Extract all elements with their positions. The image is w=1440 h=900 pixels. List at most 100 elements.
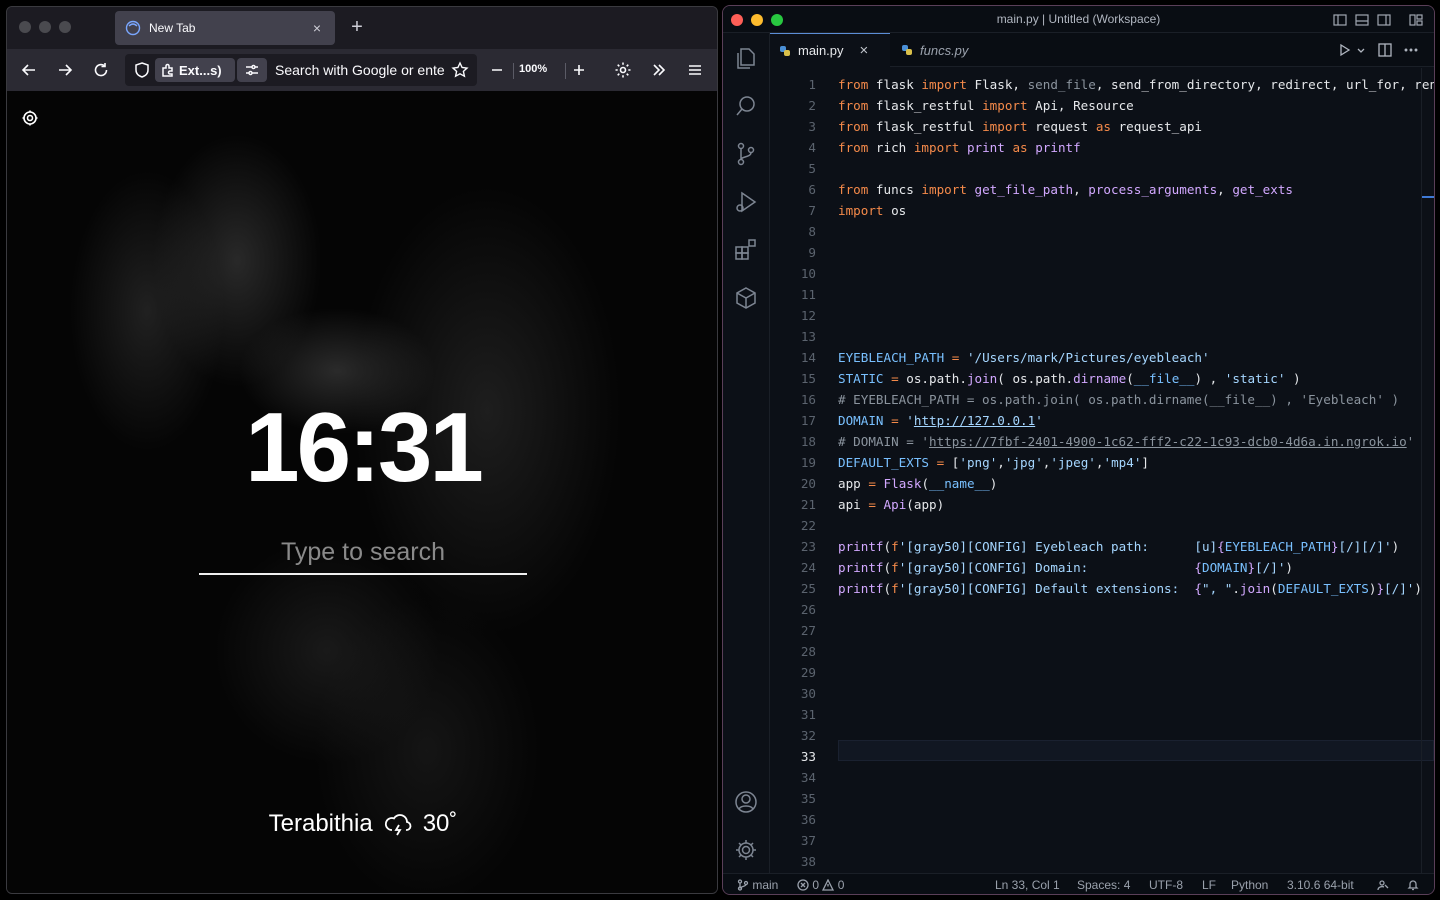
overflow-button[interactable]	[647, 58, 671, 82]
code-line[interactable]: 9	[770, 242, 1434, 263]
zoom-out-button[interactable]	[485, 58, 509, 82]
indentation[interactable]: Spaces: 4	[1077, 878, 1130, 892]
customize-layout-icon[interactable]	[1409, 12, 1423, 26]
line-number: 2	[808, 98, 816, 113]
code-line[interactable]: 24 printf(f'[gray50][CONFIG] Domain: {DOM…	[770, 557, 1434, 578]
zoom-in-button[interactable]	[567, 58, 591, 82]
line-number: 5	[808, 161, 816, 176]
toggle-panel-icon[interactable]	[1355, 12, 1369, 26]
code-line[interactable]: 18 # DOMAIN = 'https://7fbf-2401-4900-1c6…	[770, 431, 1434, 452]
code-line[interactable]: 6 from funcs import get_file_path, proces…	[770, 179, 1434, 200]
code-line[interactable]: 36	[770, 809, 1434, 830]
code-line[interactable]: 3 from flask_restful import request as re…	[770, 116, 1434, 137]
remote-explorer-icon[interactable]	[733, 285, 759, 311]
bookmark-star-icon[interactable]	[451, 61, 469, 84]
code-line[interactable]: 5	[770, 158, 1434, 179]
branch-indicator[interactable]: main	[737, 878, 778, 892]
page-settings-icon[interactable]	[21, 109, 39, 127]
code-line[interactable]: 30	[770, 683, 1434, 704]
tab-close-icon[interactable]: ×	[309, 20, 325, 36]
code-line[interactable]: 26	[770, 599, 1434, 620]
problems-indicator[interactable]: 0 0	[797, 878, 844, 892]
code-line[interactable]: 16 # EYEBLEACH_PATH = os.path.join( os.pa…	[770, 389, 1434, 410]
encoding[interactable]: UTF-8	[1149, 878, 1183, 892]
code-line[interactable]: 27	[770, 620, 1434, 641]
zoom-level[interactable]: 100%	[519, 63, 547, 75]
code-editor[interactable]: 1 from flask import Flask, send_file, sen…	[770, 68, 1434, 873]
editor-scrollbar[interactable]	[1421, 68, 1422, 873]
code-line[interactable]: 4 from rich import print as printf	[770, 137, 1434, 158]
divider	[513, 63, 514, 79]
search-icon[interactable]	[733, 93, 759, 119]
explorer-icon[interactable]	[733, 45, 759, 71]
branch-name: main	[752, 878, 779, 892]
code-line[interactable]: 25 printf(f'[gray50][CONFIG] Default exte…	[770, 578, 1434, 599]
tracking-protection-shield-icon[interactable]	[133, 61, 151, 84]
tab-close-icon[interactable]: ×	[860, 42, 869, 59]
code-line[interactable]: 38	[770, 851, 1434, 872]
code-line[interactable]: 35	[770, 788, 1434, 809]
new-tab-button[interactable]: +	[347, 17, 367, 37]
python-interpreter[interactable]: 3.10.6 64-bit	[1287, 878, 1354, 892]
run-debug-icon[interactable]	[733, 189, 759, 215]
code-line[interactable]: 21 api = Api(app)	[770, 494, 1434, 515]
window-minimize-button[interactable]	[39, 21, 51, 33]
code-line[interactable]: 34	[770, 767, 1434, 788]
url-input[interactable]: Search with Google or ente	[275, 62, 447, 78]
code-line[interactable]: 29	[770, 662, 1434, 683]
code-line[interactable]: 37	[770, 830, 1434, 851]
code-line[interactable]: 20 app = Flask(__name__)	[770, 473, 1434, 494]
extension-identity-button[interactable]: Ext...s)	[155, 58, 235, 82]
code-line[interactable]: 23 printf(f'[gray50][CONFIG] Eyebleach pa…	[770, 536, 1434, 557]
app-menu-button[interactable]	[683, 58, 707, 82]
chevron-down-icon[interactable]	[1352, 41, 1370, 59]
code-line[interactable]: 11	[770, 284, 1434, 305]
settings-button[interactable]	[611, 58, 635, 82]
code-line[interactable]: 31	[770, 704, 1434, 725]
window-zoom-button[interactable]	[59, 21, 71, 33]
tab-funcs-py[interactable]: funcs.py	[892, 33, 1002, 67]
code-line[interactable]: 8	[770, 221, 1434, 242]
code-line[interactable]: 7 import os	[770, 200, 1434, 221]
more-actions-icon[interactable]	[1402, 41, 1420, 59]
browser-tab-new-tab[interactable]: New Tab ×	[115, 11, 335, 45]
code-line[interactable]: 2 from flask_restful import Api, Resource	[770, 95, 1434, 116]
line-number: 18	[800, 434, 816, 449]
language-mode[interactable]: Python	[1231, 878, 1268, 892]
accounts-icon[interactable]	[733, 789, 759, 815]
back-button[interactable]	[17, 58, 41, 82]
extensions-icon[interactable]	[733, 237, 759, 263]
error-count: 0	[812, 878, 820, 892]
code-line[interactable]: 32	[770, 725, 1434, 746]
url-bar[interactable]: Ext...s) Search with Google or ente	[125, 54, 477, 86]
notifications-bell-icon[interactable]	[1407, 878, 1419, 892]
permissions-button[interactable]	[237, 58, 267, 82]
browser-nav-bar: Ext...s) Search with Google or ente 100%	[7, 49, 717, 91]
code-line[interactable]: 14 EYEBLEACH_PATH = '/Users/mark/Pictures…	[770, 347, 1434, 368]
code-line[interactable]: 10	[770, 263, 1434, 284]
cursor-position[interactable]: Ln 33, Col 1	[995, 878, 1060, 892]
code-line[interactable]: 17 DOMAIN = 'http://127.0.0.1'	[770, 410, 1434, 431]
vscode-window: main.py | Untitled (Workspace) main.py ×…	[722, 5, 1435, 895]
split-editor-icon[interactable]	[1376, 41, 1394, 59]
source-control-icon[interactable]	[733, 141, 759, 167]
code-line[interactable]: 12	[770, 305, 1434, 326]
code-line[interactable]: 22	[770, 515, 1434, 536]
code-line[interactable]: 15 STATIC = os.path.join( os.path.dirname…	[770, 368, 1434, 389]
feedback-icon[interactable]	[1377, 878, 1389, 892]
code-line[interactable]: 13	[770, 326, 1434, 347]
search-input[interactable]: Type to search	[199, 531, 527, 575]
code-line[interactable]: 19 DEFAULT_EXTS = ['png','jpg','jpeg','mp…	[770, 452, 1434, 473]
code-line[interactable]: 28	[770, 641, 1434, 662]
code-line[interactable]: 33	[770, 746, 1434, 767]
reload-button[interactable]	[89, 58, 113, 82]
manage-gear-icon[interactable]	[733, 837, 759, 863]
toggle-primary-sidebar-icon[interactable]	[1333, 12, 1347, 26]
toggle-secondary-sidebar-icon[interactable]	[1377, 12, 1391, 26]
forward-button[interactable]	[53, 58, 77, 82]
line-number: 24	[800, 560, 816, 575]
end-of-line[interactable]: LF	[1202, 878, 1216, 892]
tab-main-py[interactable]: main.py ×	[770, 33, 890, 67]
code-line[interactable]: 1 from flask import Flask, send_file, sen…	[770, 74, 1434, 95]
window-close-button[interactable]	[19, 21, 31, 33]
